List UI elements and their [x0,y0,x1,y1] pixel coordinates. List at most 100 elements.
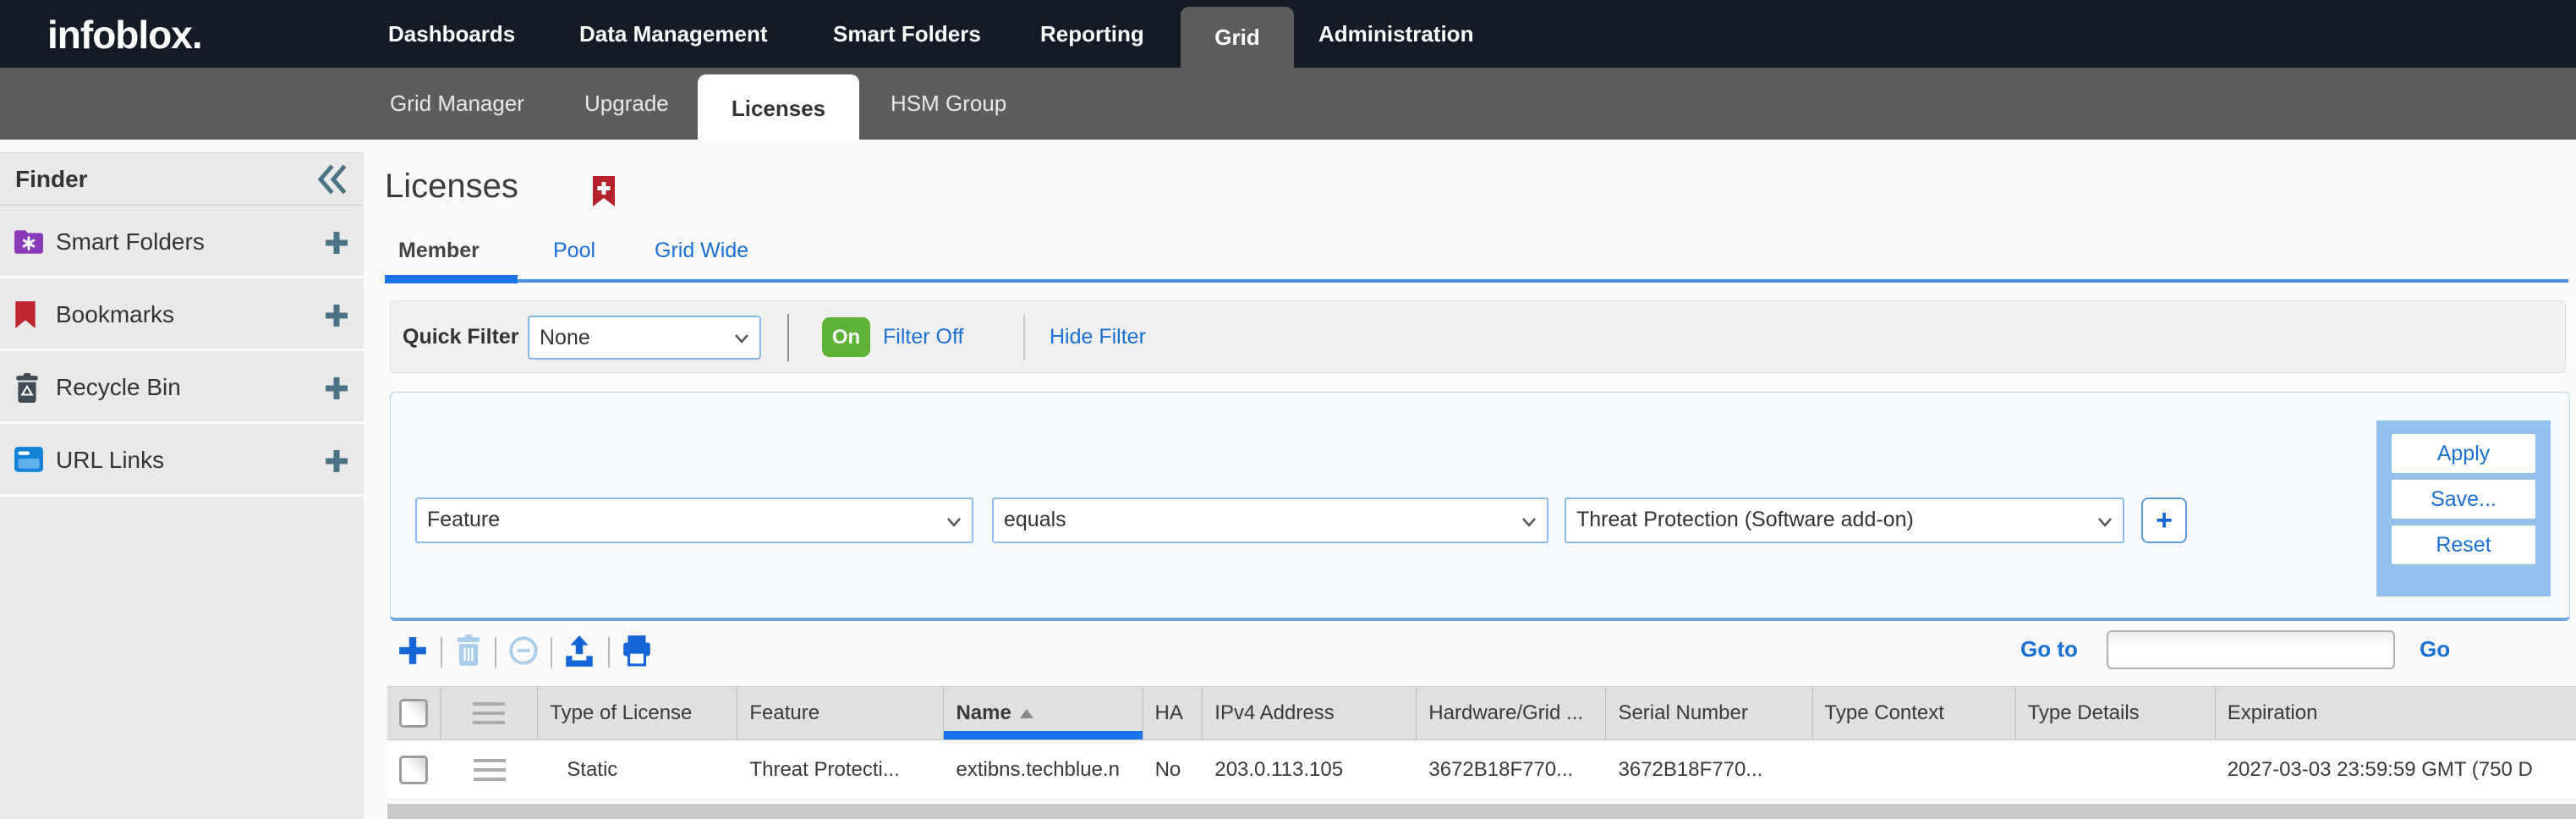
quick-filter-label: Quick Filter [403,301,519,372]
hide-filter-link[interactable]: Hide Filter [1050,301,1146,372]
sub-nav-bar: Grid Manager Upgrade Licenses HSM Group [0,68,2576,140]
top-nav-data-management[interactable]: Data Management [579,0,768,68]
add-bookmark-page-icon[interactable] [592,175,616,207]
chevron-down-icon [734,333,749,343]
quick-filter-selected-value: None [540,317,590,358]
add-bookmark-button[interactable] [325,304,348,327]
active-tab-indicator [385,275,518,283]
save-button[interactable]: Save... [2392,480,2535,519]
top-nav-administration[interactable]: Administration [1318,0,1473,68]
column-header-type-of-license[interactable]: Type of License [538,687,737,739]
column-header-type-context[interactable]: Type Context [1813,687,2016,739]
top-nav-grid-active-tab[interactable]: Grid [1181,7,1294,68]
cell-type-of-license: Static [538,740,737,799]
goto-input[interactable] [2107,630,2395,669]
finder-sidebar: Finder Smart Folders Bookmarks [0,140,364,819]
chevron-down-icon [946,516,962,526]
cell-hardware-grid: 3672B18F770... [1417,740,1606,799]
table-row[interactable]: Static Threat Protecti... extibns.techbl… [387,740,2576,800]
sub-nav-licenses-label: Licenses [732,96,825,121]
column-header-serial-number[interactable]: Serial Number [1606,687,1812,739]
column-header-name[interactable]: Name [944,687,1143,739]
sub-nav-hsm-group[interactable]: HSM Group [891,68,1006,140]
tab-pool[interactable]: Pool [553,239,595,263]
sub-nav-licenses-active-tab[interactable]: Licenses [698,74,859,140]
add-recycle-bin-button[interactable] [325,377,348,400]
apply-button[interactable]: Apply [2392,434,2535,473]
filter-value-select[interactable]: Threat Protection (Software add-on) [1565,497,2124,543]
cell-feature: Threat Protecti... [737,740,944,799]
table-header-row: Type of License Feature Name HA IPv4 Add… [387,686,2576,740]
top-nav-bar: infoblox. Dashboards Data Management Sma… [0,0,2576,68]
app-window: infoblox. Dashboards Data Management Sma… [0,0,2576,819]
filter-off-link[interactable]: Filter Off [883,301,963,372]
print-icon[interactable] [621,635,655,668]
cell-expiration: 2027-03-03 23:59:59 GMT (750 D [2216,740,2576,799]
add-url-link-button[interactable] [325,449,348,473]
filter-field-select[interactable]: Feature [415,497,973,543]
row-checkbox[interactable] [399,756,428,784]
add-filter-condition-label: + [2156,504,2173,536]
sub-nav-upgrade[interactable]: Upgrade [584,68,669,140]
go-button[interactable]: Go [2420,636,2450,662]
page-title: Licenses [385,168,518,206]
tab-member[interactable]: Member [398,239,480,263]
sidebar-item-bookmarks[interactable]: Bookmarks [0,278,364,351]
table-menu-icon[interactable] [473,702,505,724]
tab-grid-wide[interactable]: Grid Wide [655,239,748,263]
finder-title: Finder [15,153,88,206]
select-all-checkbox[interactable] [399,699,428,728]
horizontal-scrollbar[interactable] [387,804,2576,819]
recycle-bin-icon [14,373,44,402]
divider [787,314,789,361]
column-header-ha[interactable]: HA [1143,687,1203,739]
exclude-icon[interactable] [507,635,541,668]
sidebar-item-recycle-bin[interactable]: Recycle Bin [0,351,364,424]
top-nav-reporting[interactable]: Reporting [1040,0,1144,68]
filter-operator-value: equals [1004,499,1066,540]
infoblox-logo: infoblox. [47,12,202,58]
quick-filter-select[interactable]: None [528,316,761,360]
cell-serial-number: 3672B18F770... [1607,740,1813,799]
reset-button[interactable]: Reset [2392,525,2535,564]
chevron-down-icon [2097,516,2113,526]
sorted-column-indicator [944,731,1142,739]
sidebar-item-label: Recycle Bin [56,351,181,424]
add-license-icon[interactable] [397,635,430,668]
sidebar-item-url-links[interactable]: URL Links [0,424,364,497]
chevron-down-icon [1521,516,1537,526]
row-menu-icon[interactable] [474,759,506,781]
row-menu-header-cell [441,687,539,739]
delete-icon[interactable] [454,635,488,668]
finder-header: Finder [0,153,364,206]
filter-toggle-on-button[interactable]: On [822,317,870,357]
add-filter-condition-button[interactable]: + [2141,497,2187,543]
add-smart-folder-button[interactable] [325,231,348,255]
filter-field-value: Feature [427,499,500,540]
top-nav-dashboards[interactable]: Dashboards [388,0,515,68]
sidebar-item-smart-folders[interactable]: Smart Folders [0,206,364,278]
cell-ipv4-address: 203.0.113.105 [1203,740,1417,799]
divider [441,637,442,668]
sub-nav-grid-manager[interactable]: Grid Manager [390,68,524,140]
tab-row-divider [518,279,2568,283]
column-header-type-details[interactable]: Type Details [2016,687,2216,739]
divider [1023,314,1025,361]
column-header-ipv4-address[interactable]: IPv4 Address [1203,687,1417,739]
top-nav-smart-folders[interactable]: Smart Folders [833,0,981,68]
sidebar-item-label: Smart Folders [56,206,205,278]
cell-ha: No [1143,740,1203,799]
divider [551,637,552,668]
collapse-sidebar-icon[interactable] [316,164,348,195]
column-header-expiration[interactable]: Expiration [2216,687,2576,739]
column-header-hardware-grid[interactable]: Hardware/Grid ... [1417,687,1606,739]
row-select-cell [387,740,441,799]
top-nav-grid-label: Grid [1214,25,1259,50]
filter-operator-select[interactable]: equals [992,497,1548,543]
column-header-feature[interactable]: Feature [737,687,944,739]
upload-icon[interactable] [563,635,597,668]
sidebar-item-label: URL Links [56,424,164,497]
smart-folder-icon [14,228,44,256]
filter-value-value: Threat Protection (Software add-on) [1576,499,1914,540]
sort-ascending-icon [1020,709,1033,718]
